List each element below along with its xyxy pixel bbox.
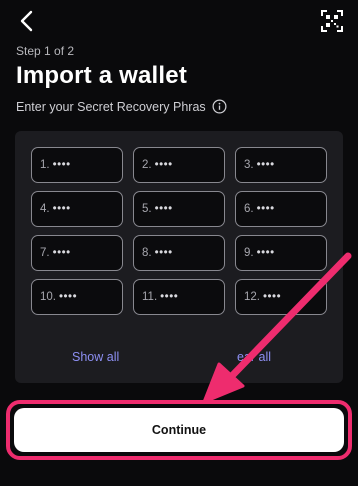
word-mask: •••• bbox=[263, 291, 282, 303]
word-mask: •••• bbox=[154, 159, 173, 171]
word-number: 7. bbox=[40, 247, 50, 259]
back-button[interactable] bbox=[14, 8, 40, 34]
word-number: 6. bbox=[244, 203, 254, 215]
word-field-10[interactable]: 10. •••• bbox=[31, 279, 123, 315]
word-grid: 1. •••• 2. •••• 3. •••• 4. •••• 5. •••• 6. •••… bbox=[31, 147, 327, 315]
step-indicator: Step 1 of 2 bbox=[16, 44, 75, 58]
info-icon[interactable] bbox=[212, 99, 227, 114]
panel-actions: Show all ear all bbox=[15, 343, 343, 373]
word-mask: •••• bbox=[256, 203, 275, 215]
recovery-phrase-panel: 1. •••• 2. •••• 3. •••• 4. •••• 5. •••• 6. •••… bbox=[15, 131, 343, 383]
word-field-5[interactable]: 5. •••• bbox=[133, 191, 225, 227]
word-mask: •••• bbox=[52, 247, 71, 259]
scan-qr-button[interactable] bbox=[320, 9, 344, 33]
top-bar bbox=[0, 6, 358, 36]
chevron-left-icon bbox=[20, 10, 33, 32]
word-mask: •••• bbox=[256, 247, 275, 259]
word-number: 10. bbox=[40, 291, 56, 303]
word-field-4[interactable]: 4. •••• bbox=[31, 191, 123, 227]
word-mask: •••• bbox=[160, 291, 179, 303]
word-number: 5. bbox=[142, 203, 152, 215]
instruction-row: Enter your Secret Recovery Phras bbox=[16, 99, 227, 114]
word-number: 2. bbox=[142, 159, 152, 171]
page-title: Import a wallet bbox=[16, 62, 188, 89]
word-number: 1. bbox=[40, 159, 50, 171]
word-mask: •••• bbox=[52, 203, 71, 215]
word-number: 3. bbox=[244, 159, 254, 171]
word-number: 11. bbox=[142, 291, 158, 303]
word-number: 12. bbox=[244, 291, 260, 303]
word-field-12[interactable]: 12. •••• bbox=[235, 279, 327, 315]
word-mask: •••• bbox=[52, 159, 71, 171]
instruction-text: Enter your Secret Recovery Phras bbox=[16, 99, 206, 114]
word-number: 9. bbox=[244, 247, 254, 259]
word-mask: •••• bbox=[59, 291, 78, 303]
word-field-6[interactable]: 6. •••• bbox=[235, 191, 327, 227]
word-field-9[interactable]: 9. •••• bbox=[235, 235, 327, 271]
word-field-2[interactable]: 2. •••• bbox=[133, 147, 225, 183]
word-mask: •••• bbox=[256, 159, 275, 171]
show-all-button[interactable]: Show all bbox=[72, 350, 119, 364]
word-number: 4. bbox=[40, 203, 50, 215]
qr-scan-icon bbox=[321, 10, 343, 32]
word-field-7[interactable]: 7. •••• bbox=[31, 235, 123, 271]
continue-button[interactable]: Continue bbox=[14, 408, 344, 452]
word-field-3[interactable]: 3. •••• bbox=[235, 147, 327, 183]
word-field-1[interactable]: 1. •••• bbox=[31, 147, 123, 183]
clear-all-button[interactable]: ear all bbox=[237, 350, 271, 364]
word-field-11[interactable]: 11. •••• bbox=[133, 279, 225, 315]
word-number: 8. bbox=[142, 247, 152, 259]
word-mask: •••• bbox=[154, 203, 173, 215]
word-mask: •••• bbox=[154, 247, 173, 259]
word-field-8[interactable]: 8. •••• bbox=[133, 235, 225, 271]
